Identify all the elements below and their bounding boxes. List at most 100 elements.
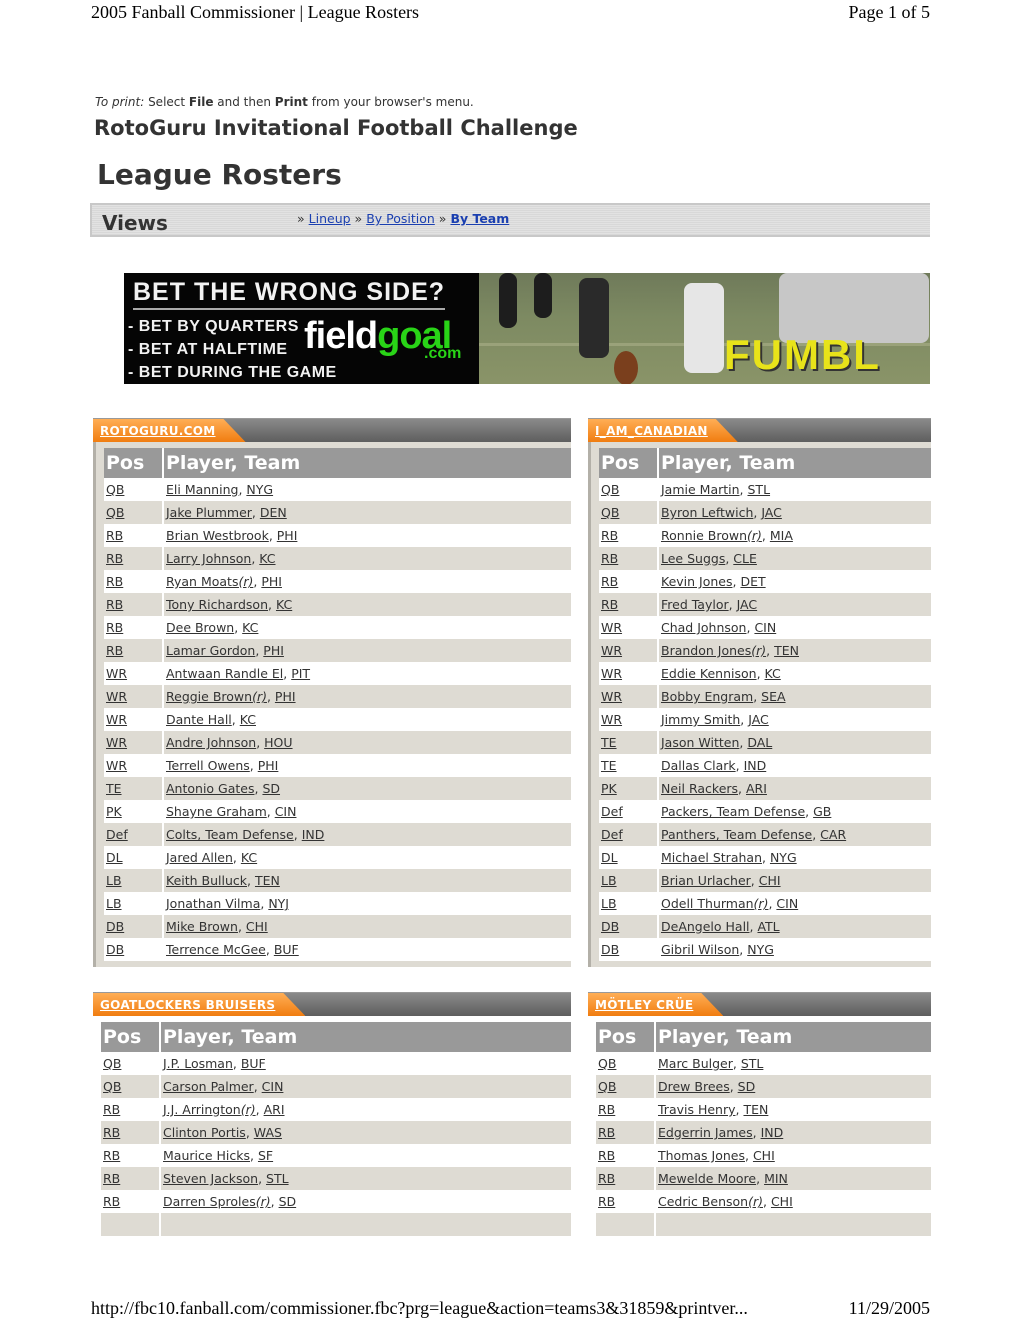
- position-link[interactable]: WR: [106, 689, 127, 704]
- player-link[interactable]: Colts, Team Defense: [166, 827, 294, 842]
- nfl-team-link[interactable]: CIN: [262, 1079, 284, 1094]
- nfl-team-link[interactable]: CHI: [771, 1194, 793, 1209]
- player-link[interactable]: Travis Henry: [658, 1102, 736, 1117]
- player-link[interactable]: J.P. Losman: [163, 1056, 233, 1071]
- position-link[interactable]: WR: [106, 735, 127, 750]
- nfl-team-link[interactable]: KC: [276, 597, 292, 612]
- nfl-team-link[interactable]: CIN: [754, 620, 776, 635]
- player-link[interactable]: Tony Richardson: [166, 597, 268, 612]
- position-link[interactable]: LB: [106, 873, 122, 888]
- position-link[interactable]: LB: [106, 896, 122, 911]
- position-link[interactable]: RB: [103, 1171, 120, 1186]
- view-link-by-position[interactable]: By Position: [366, 211, 435, 226]
- position-link[interactable]: Def: [601, 804, 623, 819]
- nfl-team-link[interactable]: CIN: [275, 804, 297, 819]
- nfl-team-link[interactable]: MIN: [764, 1171, 788, 1186]
- player-link[interactable]: Edgerrin James: [658, 1125, 753, 1140]
- player-link[interactable]: Larry Johnson: [166, 551, 251, 566]
- player-link[interactable]: Michael Strahan: [661, 850, 762, 865]
- position-link[interactable]: TE: [601, 735, 617, 750]
- position-link[interactable]: DB: [601, 942, 619, 957]
- nfl-team-link[interactable]: DAL: [747, 735, 772, 750]
- position-link[interactable]: QB: [601, 505, 619, 520]
- position-link[interactable]: RB: [601, 551, 618, 566]
- nfl-team-link[interactable]: SD: [262, 781, 280, 796]
- nfl-team-link[interactable]: JAC: [748, 712, 769, 727]
- player-link[interactable]: Jared Allen: [166, 850, 233, 865]
- nfl-team-link[interactable]: NYG: [747, 942, 774, 957]
- player-link[interactable]: Cedric Benson(r): [658, 1194, 763, 1209]
- player-link[interactable]: Clinton Portis: [163, 1125, 246, 1140]
- position-link[interactable]: TE: [601, 758, 617, 773]
- position-link[interactable]: WR: [106, 666, 127, 681]
- player-link[interactable]: Bobby Engram: [661, 689, 753, 704]
- position-link[interactable]: WR: [601, 620, 622, 635]
- nfl-team-link[interactable]: STL: [266, 1171, 289, 1186]
- nfl-team-link[interactable]: KC: [242, 620, 258, 635]
- nfl-team-link[interactable]: TEN: [255, 873, 280, 888]
- nfl-team-link[interactable]: KC: [259, 551, 275, 566]
- player-link[interactable]: Lee Suggs: [661, 551, 725, 566]
- player-link[interactable]: Antonio Gates: [166, 781, 255, 796]
- player-link[interactable]: Keith Bulluck: [166, 873, 247, 888]
- position-link[interactable]: DL: [601, 850, 618, 865]
- view-link-by-team[interactable]: By Team: [450, 211, 509, 226]
- nfl-team-link[interactable]: STL: [741, 1056, 764, 1071]
- nfl-team-link[interactable]: SD: [738, 1079, 756, 1094]
- position-link[interactable]: QB: [601, 482, 619, 497]
- nfl-team-link[interactable]: BUF: [241, 1056, 266, 1071]
- position-link[interactable]: WR: [106, 712, 127, 727]
- player-link[interactable]: Brian Westbrook: [166, 528, 269, 543]
- player-link[interactable]: Carson Palmer: [163, 1079, 254, 1094]
- player-link[interactable]: Jimmy Smith: [661, 712, 740, 727]
- player-link[interactable]: Marc Bulger: [658, 1056, 733, 1071]
- player-link[interactable]: Terrence McGee: [166, 942, 266, 957]
- position-link[interactable]: RB: [598, 1171, 615, 1186]
- position-link[interactable]: DL: [106, 850, 123, 865]
- player-link[interactable]: Antwaan Randle El: [166, 666, 283, 681]
- position-link[interactable]: RB: [103, 1148, 120, 1163]
- player-link[interactable]: Steven Jackson: [163, 1171, 258, 1186]
- position-link[interactable]: RB: [601, 597, 618, 612]
- position-link[interactable]: WR: [601, 712, 622, 727]
- nfl-team-link[interactable]: KC: [240, 712, 256, 727]
- nfl-team-link[interactable]: CHI: [753, 1148, 775, 1163]
- position-link[interactable]: Def: [106, 827, 128, 842]
- player-link[interactable]: Shayne Graham: [166, 804, 267, 819]
- player-link[interactable]: Byron Leftwich: [661, 505, 753, 520]
- position-link[interactable]: QB: [598, 1079, 616, 1094]
- nfl-team-link[interactable]: ARI: [264, 1102, 285, 1117]
- player-link[interactable]: Reggie Brown(r): [166, 689, 267, 704]
- player-link[interactable]: Brandon Jones(r): [661, 643, 766, 658]
- player-link[interactable]: Panthers, Team Defense: [661, 827, 812, 842]
- position-link[interactable]: RB: [598, 1102, 615, 1117]
- nfl-team-link[interactable]: SF: [258, 1148, 273, 1163]
- nfl-team-link[interactable]: NYG: [246, 482, 273, 497]
- player-link[interactable]: Dallas Clark: [661, 758, 736, 773]
- player-link[interactable]: Ronnie Brown(r): [661, 528, 762, 543]
- nfl-team-link[interactable]: JAC: [761, 505, 782, 520]
- position-link[interactable]: WR: [106, 758, 127, 773]
- player-link[interactable]: Mewelde Moore: [658, 1171, 756, 1186]
- nfl-team-link[interactable]: MIA: [770, 528, 793, 543]
- nfl-team-link[interactable]: DET: [740, 574, 765, 589]
- nfl-team-link[interactable]: CIN: [776, 896, 798, 911]
- player-link[interactable]: Jonathan Vilma: [166, 896, 260, 911]
- player-link[interactable]: Packers, Team Defense: [661, 804, 805, 819]
- nfl-team-link[interactable]: TEN: [774, 643, 799, 658]
- position-link[interactable]: TE: [106, 781, 122, 796]
- nfl-team-link[interactable]: PHI: [258, 758, 279, 773]
- nfl-team-link[interactable]: IND: [761, 1125, 784, 1140]
- view-link-lineup[interactable]: Lineup: [309, 211, 351, 226]
- team-name-link[interactable]: GOATLOCKERS BRUISERS: [100, 998, 275, 1012]
- nfl-team-link[interactable]: CHI: [246, 919, 268, 934]
- nfl-team-link[interactable]: PHI: [261, 574, 282, 589]
- player-link[interactable]: Kevin Jones: [661, 574, 733, 589]
- player-link[interactable]: Andre Johnson: [166, 735, 256, 750]
- nfl-team-link[interactable]: BUF: [274, 942, 299, 957]
- position-link[interactable]: RB: [103, 1125, 120, 1140]
- player-link[interactable]: Eli Manning: [166, 482, 238, 497]
- team-name-link[interactable]: MÖTLEY CRÜE: [595, 998, 693, 1012]
- player-link[interactable]: Jason Witten: [661, 735, 739, 750]
- nfl-team-link[interactable]: SEA: [761, 689, 785, 704]
